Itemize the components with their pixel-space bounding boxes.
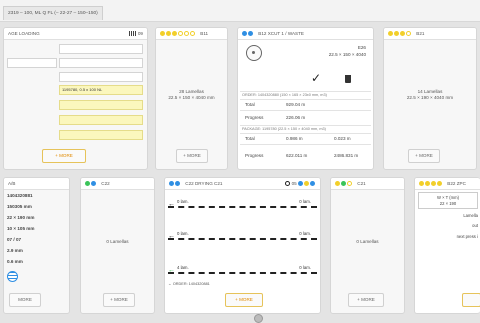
conveyor-row: ← 4 lam. 0 lam. [168,265,317,277]
lamella-dim: 22.5 × 190 × 4040 mm [406,95,454,100]
pkg-total-value-2: 0.023 m [334,136,351,141]
dimension-box: W × T (mm) 22 × 190 [418,192,478,209]
input-field[interactable] [59,100,143,110]
lamella-label: Lamella [463,213,478,218]
input-field[interactable] [59,115,143,125]
panel-b11: B11 28 Lamellas 22.5 × 150 × 4040 mm + M… [155,27,228,170]
pkg-progress-value-1: 622.011 m [286,153,308,158]
info-line: 150305 mm [7,204,32,209]
conveyor-left-count: 4 lam. [177,265,189,270]
panel-header: AGE LOADING 09 [4,28,147,40]
panel-c22: C22 0 Lamellas + MORE [80,177,155,314]
info-line: 2.9 mm [7,248,23,253]
input-field[interactable] [59,72,143,82]
more-button[interactable]: + MORE [42,149,86,163]
lamella-count: 14 Lamellas [417,89,443,94]
trash-icon[interactable] [345,75,351,83]
top-right-dim: 22.5 × 150 × 4040 [328,52,366,57]
lamella-count: 28 Lamellas [179,89,204,94]
tab-line[interactable]: 2319 – 100, ML Q FL (– 22-27 – 150–150) [3,6,103,20]
order-label: ← ORDER: 1404320881 [168,282,210,286]
pkg-total-value-1: 0.986 m [286,136,303,141]
top-right-code: E26 [357,45,366,50]
panel-title: AGE LOADING [8,31,40,36]
total-label: Total [245,102,255,107]
order-label: ORDER: 1404320880 (150 × 165 × 23x0 mm, … [242,93,327,97]
highlight-field[interactable]: 1195780, 0.5 x 100 NL [59,85,143,95]
info-line: 07 / 07 [7,237,22,242]
pkg-total-label: Total [245,136,255,141]
clock-icon [285,181,291,187]
panel-header: B11 [156,28,227,40]
info-line: 22 × 190 mm [7,215,35,220]
panel-title: B22 ZPC [447,181,466,187]
more-button[interactable]: + MORE [225,293,263,307]
total-value: 929.04 m [286,102,306,107]
more-button[interactable]: + MORE [348,293,384,307]
input-field[interactable] [7,58,57,68]
panel-title: C21 [357,181,366,187]
more-button[interactable]: + MORE [176,149,208,163]
panel-header: C22 DRYING C21 05 [165,178,320,190]
dim-header: W × T (mm) [436,195,460,200]
panel-header: C21 [331,178,404,190]
confirm-icon[interactable]: ✓ [311,71,321,85]
package-label: PACKAGE: 1195780 (22.5 × 150 × 4040 mm, … [242,127,326,131]
input-field[interactable] [59,58,143,68]
pkg-progress-label: Progress [245,153,264,158]
lamella-count: 0 Lamellas [106,239,129,244]
conveyor-left-count: 0 lam. [177,231,189,236]
conveyor-right-count: 0 lam. [299,199,311,204]
stack-icon[interactable] [7,271,18,282]
lamella-dim: 22.5 × 150 × 4040 mm [168,95,215,100]
top-bar: 2319 – 100, ML Q FL (– 22-27 – 150–150) [0,0,480,22]
panel-title: B11 [200,31,209,37]
conveyor-right-count: 0 lam. [299,231,311,236]
scroll-handle-icon[interactable] [254,314,263,323]
panel-header: B22 ZPC [415,178,480,190]
info-line: 10 × 105 mm [7,226,35,231]
panel-header: B21 [384,28,476,40]
input-field[interactable] [59,44,143,54]
dim-value: 22 × 190 [439,201,457,206]
info-line: 1404320881 [7,193,33,198]
panel-title: B12 XCUT 1 / WASTE [258,31,304,37]
panel-c21: C21 0 Lamellas + MORE [330,177,405,314]
panel-header: A/B [4,178,69,190]
conveyor-row: ← 0 lam. 0 lam. [168,231,317,243]
out-label: out [472,223,478,228]
more-button[interactable]: MORE [9,293,41,307]
panel-age-loading: AGE LOADING 09 1195780, 0.5 x 100 NL + M… [3,27,148,170]
panel-title: C22 [101,181,110,187]
panel-header: B12 XCUT 1 / WASTE [238,28,373,40]
panel-header: C22 [81,178,154,190]
progress-value: 226.06 m [286,115,306,120]
panel-b12-xcut: B12 XCUT 1 / WASTE E26 22.5 × 150 × 4040… [237,27,374,170]
panel-sub: 09 [137,31,143,36]
conveyor-left-count: 0 lam. [177,199,189,204]
panel-title: A/B [8,181,16,186]
conveyor-right-count: 0 lam. [299,265,311,270]
panel-b22-zpc: B22 ZPC W × T (mm) 22 × 190 Lamella out … [414,177,480,314]
barcode-icon[interactable] [128,31,137,37]
conveyor-row: ← 0 lam. 0 lam. [168,199,317,211]
panel-ab: A/B 1404320881 150305 mm 22 × 190 mm 10 … [3,177,70,314]
saw-blade-icon [246,45,262,61]
panel-title: B21 [416,31,425,37]
panel-title: C22 DRYING C21 [185,181,223,187]
panel-c22-drying: C22 DRYING C21 05 ← 0 lam. 0 lam. ← 0 la… [164,177,321,314]
more-button[interactable]: + MORE [408,149,440,163]
progress-label: Progress [245,115,264,120]
panel-b21: B21 14 Lamellas 22.5 × 190 × 4040 mm + M… [383,27,477,170]
action-button[interactable] [462,293,480,307]
pkg-progress-value-2: 2486.831 m [334,153,359,158]
info-line: 0.6 mm [7,259,23,264]
small-count: 05 [291,181,297,186]
more-button[interactable]: + MORE [103,293,135,307]
next-press-label: next press i [456,234,478,239]
input-field[interactable] [59,130,143,140]
lamella-count: 0 Lamellas [356,239,379,244]
